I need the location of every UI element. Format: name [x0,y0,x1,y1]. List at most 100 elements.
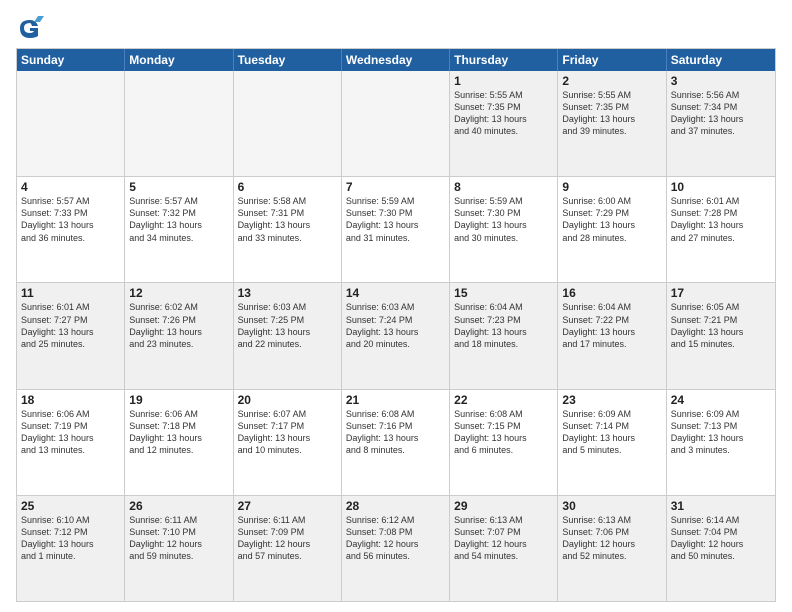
day-info: Sunrise: 6:04 AM Sunset: 7:22 PM Dayligh… [562,301,661,350]
day-info: Sunrise: 5:57 AM Sunset: 7:33 PM Dayligh… [21,195,120,244]
day-number: 31 [671,499,771,513]
day-number: 25 [21,499,120,513]
calendar-row-2: 11Sunrise: 6:01 AM Sunset: 7:27 PM Dayli… [17,282,775,388]
day-cell-15: 15Sunrise: 6:04 AM Sunset: 7:23 PM Dayli… [450,283,558,388]
day-info: Sunrise: 6:01 AM Sunset: 7:27 PM Dayligh… [21,301,120,350]
day-info: Sunrise: 5:57 AM Sunset: 7:32 PM Dayligh… [129,195,228,244]
day-info: Sunrise: 6:11 AM Sunset: 7:10 PM Dayligh… [129,514,228,563]
day-info: Sunrise: 5:59 AM Sunset: 7:30 PM Dayligh… [454,195,553,244]
weekday-header-tuesday: Tuesday [234,49,342,71]
day-info: Sunrise: 6:12 AM Sunset: 7:08 PM Dayligh… [346,514,445,563]
day-number: 17 [671,286,771,300]
day-info: Sunrise: 6:13 AM Sunset: 7:07 PM Dayligh… [454,514,553,563]
day-info: Sunrise: 6:11 AM Sunset: 7:09 PM Dayligh… [238,514,337,563]
weekday-header-saturday: Saturday [667,49,775,71]
day-info: Sunrise: 5:58 AM Sunset: 7:31 PM Dayligh… [238,195,337,244]
day-number: 30 [562,499,661,513]
day-number: 21 [346,393,445,407]
day-info: Sunrise: 5:55 AM Sunset: 7:35 PM Dayligh… [454,89,553,138]
weekday-header-wednesday: Wednesday [342,49,450,71]
day-cell-1: 1Sunrise: 5:55 AM Sunset: 7:35 PM Daylig… [450,71,558,176]
day-cell-10: 10Sunrise: 6:01 AM Sunset: 7:28 PM Dayli… [667,177,775,282]
calendar-header: SundayMondayTuesdayWednesdayThursdayFrid… [17,49,775,71]
day-info: Sunrise: 6:05 AM Sunset: 7:21 PM Dayligh… [671,301,771,350]
day-info: Sunrise: 6:00 AM Sunset: 7:29 PM Dayligh… [562,195,661,244]
day-cell-27: 27Sunrise: 6:11 AM Sunset: 7:09 PM Dayli… [234,496,342,601]
day-info: Sunrise: 6:07 AM Sunset: 7:17 PM Dayligh… [238,408,337,457]
day-info: Sunrise: 6:04 AM Sunset: 7:23 PM Dayligh… [454,301,553,350]
calendar-body: 1Sunrise: 5:55 AM Sunset: 7:35 PM Daylig… [17,71,775,601]
day-cell-6: 6Sunrise: 5:58 AM Sunset: 7:31 PM Daylig… [234,177,342,282]
weekday-header-monday: Monday [125,49,233,71]
day-cell-30: 30Sunrise: 6:13 AM Sunset: 7:06 PM Dayli… [558,496,666,601]
day-number: 13 [238,286,337,300]
day-number: 29 [454,499,553,513]
day-number: 26 [129,499,228,513]
day-cell-24: 24Sunrise: 6:09 AM Sunset: 7:13 PM Dayli… [667,390,775,495]
day-info: Sunrise: 6:06 AM Sunset: 7:18 PM Dayligh… [129,408,228,457]
weekday-header-sunday: Sunday [17,49,125,71]
day-cell-22: 22Sunrise: 6:08 AM Sunset: 7:15 PM Dayli… [450,390,558,495]
day-info: Sunrise: 6:13 AM Sunset: 7:06 PM Dayligh… [562,514,661,563]
day-cell-9: 9Sunrise: 6:00 AM Sunset: 7:29 PM Daylig… [558,177,666,282]
day-number: 4 [21,180,120,194]
empty-cell [17,71,125,176]
day-number: 23 [562,393,661,407]
day-number: 1 [454,74,553,88]
day-info: Sunrise: 6:08 AM Sunset: 7:16 PM Dayligh… [346,408,445,457]
day-info: Sunrise: 5:59 AM Sunset: 7:30 PM Dayligh… [346,195,445,244]
day-number: 24 [671,393,771,407]
day-cell-8: 8Sunrise: 5:59 AM Sunset: 7:30 PM Daylig… [450,177,558,282]
day-info: Sunrise: 6:06 AM Sunset: 7:19 PM Dayligh… [21,408,120,457]
day-number: 3 [671,74,771,88]
day-cell-18: 18Sunrise: 6:06 AM Sunset: 7:19 PM Dayli… [17,390,125,495]
day-cell-14: 14Sunrise: 6:03 AM Sunset: 7:24 PM Dayli… [342,283,450,388]
day-cell-2: 2Sunrise: 5:55 AM Sunset: 7:35 PM Daylig… [558,71,666,176]
day-cell-23: 23Sunrise: 6:09 AM Sunset: 7:14 PM Dayli… [558,390,666,495]
day-info: Sunrise: 6:03 AM Sunset: 7:24 PM Dayligh… [346,301,445,350]
day-info: Sunrise: 6:03 AM Sunset: 7:25 PM Dayligh… [238,301,337,350]
weekday-header-thursday: Thursday [450,49,558,71]
day-cell-7: 7Sunrise: 5:59 AM Sunset: 7:30 PM Daylig… [342,177,450,282]
day-cell-5: 5Sunrise: 5:57 AM Sunset: 7:32 PM Daylig… [125,177,233,282]
day-cell-21: 21Sunrise: 6:08 AM Sunset: 7:16 PM Dayli… [342,390,450,495]
logo-icon [16,14,44,42]
day-number: 6 [238,180,337,194]
day-number: 19 [129,393,228,407]
day-number: 2 [562,74,661,88]
day-number: 8 [454,180,553,194]
day-cell-4: 4Sunrise: 5:57 AM Sunset: 7:33 PM Daylig… [17,177,125,282]
day-number: 22 [454,393,553,407]
day-number: 15 [454,286,553,300]
day-info: Sunrise: 6:09 AM Sunset: 7:13 PM Dayligh… [671,408,771,457]
day-cell-20: 20Sunrise: 6:07 AM Sunset: 7:17 PM Dayli… [234,390,342,495]
day-info: Sunrise: 6:09 AM Sunset: 7:14 PM Dayligh… [562,408,661,457]
day-info: Sunrise: 5:56 AM Sunset: 7:34 PM Dayligh… [671,89,771,138]
calendar-row-1: 4Sunrise: 5:57 AM Sunset: 7:33 PM Daylig… [17,176,775,282]
day-number: 9 [562,180,661,194]
day-info: Sunrise: 6:08 AM Sunset: 7:15 PM Dayligh… [454,408,553,457]
day-info: Sunrise: 6:10 AM Sunset: 7:12 PM Dayligh… [21,514,120,563]
day-cell-19: 19Sunrise: 6:06 AM Sunset: 7:18 PM Dayli… [125,390,233,495]
day-cell-13: 13Sunrise: 6:03 AM Sunset: 7:25 PM Dayli… [234,283,342,388]
day-number: 5 [129,180,228,194]
day-info: Sunrise: 6:02 AM Sunset: 7:26 PM Dayligh… [129,301,228,350]
day-cell-12: 12Sunrise: 6:02 AM Sunset: 7:26 PM Dayli… [125,283,233,388]
day-cell-31: 31Sunrise: 6:14 AM Sunset: 7:04 PM Dayli… [667,496,775,601]
empty-cell [234,71,342,176]
day-cell-25: 25Sunrise: 6:10 AM Sunset: 7:12 PM Dayli… [17,496,125,601]
day-number: 14 [346,286,445,300]
day-info: Sunrise: 6:14 AM Sunset: 7:04 PM Dayligh… [671,514,771,563]
day-cell-16: 16Sunrise: 6:04 AM Sunset: 7:22 PM Dayli… [558,283,666,388]
day-cell-26: 26Sunrise: 6:11 AM Sunset: 7:10 PM Dayli… [125,496,233,601]
day-number: 28 [346,499,445,513]
day-cell-3: 3Sunrise: 5:56 AM Sunset: 7:34 PM Daylig… [667,71,775,176]
day-info: Sunrise: 5:55 AM Sunset: 7:35 PM Dayligh… [562,89,661,138]
day-number: 11 [21,286,120,300]
day-number: 18 [21,393,120,407]
calendar: SundayMondayTuesdayWednesdayThursdayFrid… [16,48,776,602]
day-cell-29: 29Sunrise: 6:13 AM Sunset: 7:07 PM Dayli… [450,496,558,601]
empty-cell [342,71,450,176]
day-cell-17: 17Sunrise: 6:05 AM Sunset: 7:21 PM Dayli… [667,283,775,388]
calendar-row-0: 1Sunrise: 5:55 AM Sunset: 7:35 PM Daylig… [17,71,775,176]
